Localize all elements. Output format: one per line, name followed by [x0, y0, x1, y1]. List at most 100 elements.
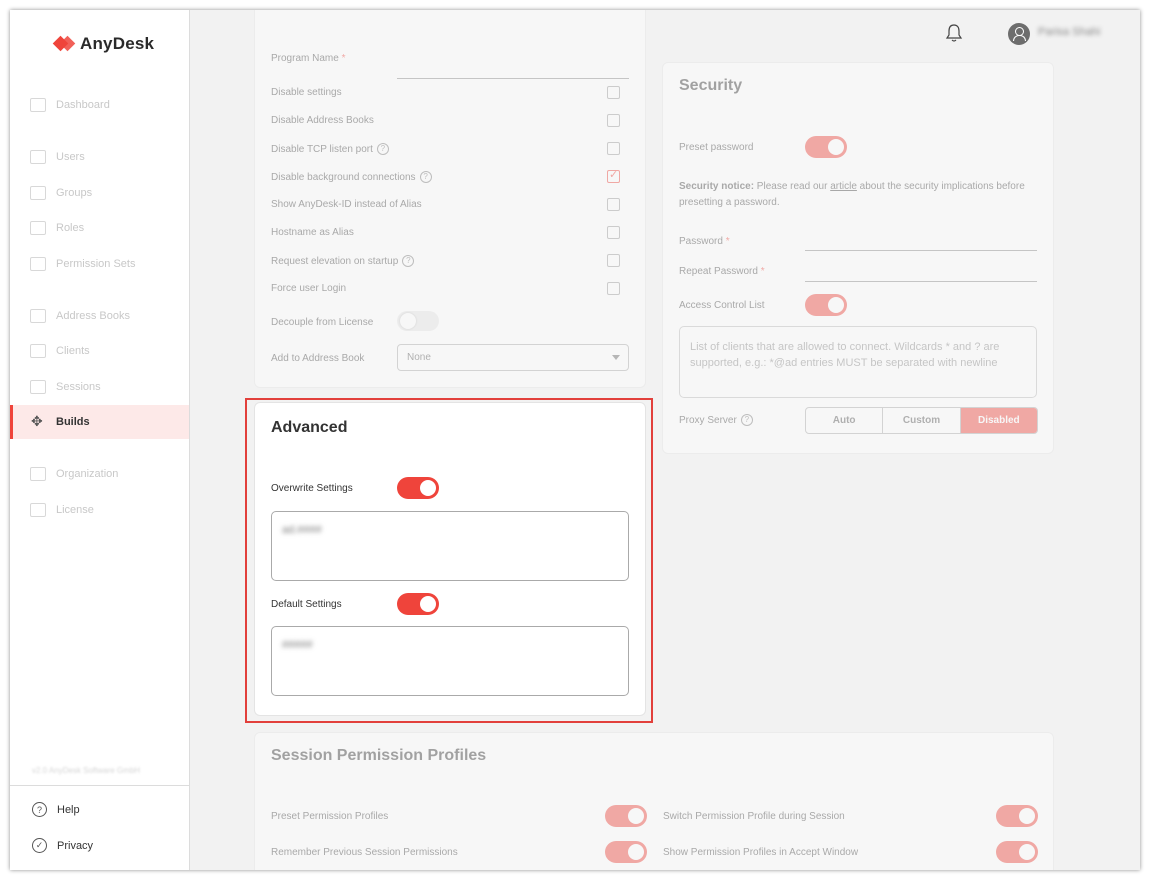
grid-icon: [30, 98, 46, 112]
overwrite-settings-label: Overwrite Settings: [271, 483, 353, 494]
access-control-list-textarea[interactable]: List of clients that are allowed to conn…: [679, 326, 1037, 398]
sidebar-item-label: Users: [56, 151, 85, 163]
privacy-label: Privacy: [57, 839, 94, 852]
security-card: Security Preset password Security notice…: [662, 62, 1054, 454]
help-circle-icon[interactable]: ?: [419, 171, 432, 183]
repeat-password-input[interactable]: [805, 281, 1037, 282]
overwrite-settings-textarea[interactable]: ad.####: [271, 511, 629, 581]
article-link[interactable]: article: [830, 181, 857, 192]
brand-name: AnyDesk: [80, 34, 155, 53]
default-settings-toggle[interactable]: [397, 593, 439, 615]
sidebar-item-users[interactable]: Users: [10, 140, 189, 174]
request-elevation-checkbox[interactable]: [607, 254, 620, 267]
decouple-from-license-label: Decouple from License: [271, 317, 374, 328]
proxy-disabled-button[interactable]: Disabled: [960, 408, 1037, 433]
security-title: Security: [679, 77, 743, 94]
show-anydesk-id-checkbox[interactable]: [607, 198, 620, 211]
proxy-custom-button[interactable]: Custom: [883, 408, 961, 433]
sidebar-item-groups[interactable]: Groups: [10, 176, 189, 210]
advanced-card: Advanced Overwrite Settings ad.#### Defa…: [254, 402, 646, 716]
sidebar-item-label: Builds: [56, 416, 90, 428]
monitor-icon: [30, 344, 46, 358]
book-icon: [30, 309, 46, 323]
default-settings-textarea[interactable]: #####: [271, 626, 629, 696]
overwrite-settings-value: ad.####: [282, 524, 322, 536]
switch-permission-profile-toggle[interactable]: [996, 805, 1038, 827]
general-settings-card: Program Name * Disable settings Disable …: [254, 10, 646, 388]
app-window: AnyDesk Dashboard Users Groups Roles Per…: [10, 10, 1140, 870]
help-link[interactable]: ? Help: [32, 802, 80, 817]
sidebar: AnyDesk Dashboard Users Groups Roles Per…: [10, 10, 190, 870]
program-name-label: Program Name *: [271, 53, 346, 64]
advanced-title: Advanced: [271, 419, 348, 436]
move-icon: [30, 413, 46, 430]
sidebar-item-label: Address Books: [56, 310, 130, 322]
sidebar-divider: [10, 785, 189, 786]
disable-settings-checkbox[interactable]: [607, 86, 620, 99]
disable-address-books-label: Disable Address Books: [271, 115, 374, 126]
remember-session-permissions-label: Remember Previous Session Permissions: [271, 847, 458, 858]
sidebar-item-permission-sets[interactable]: Permission Sets: [10, 247, 189, 281]
sidebar-item-builds[interactable]: Builds: [10, 405, 189, 439]
proxy-auto-button[interactable]: Auto: [806, 408, 884, 433]
sidebar-item-label: Groups: [56, 187, 93, 199]
sidebar-item-label: Permission Sets: [56, 258, 136, 270]
sidebar-item-clients[interactable]: Clients: [10, 334, 189, 368]
default-settings-value: #####: [282, 639, 313, 651]
preset-password-label: Preset password: [679, 142, 754, 153]
question-icon: ?: [32, 802, 47, 817]
notification-bell-icon[interactable]: [945, 23, 963, 43]
help-circle-icon[interactable]: ?: [740, 414, 753, 426]
proxy-server-selector: Auto Custom Disabled: [805, 407, 1038, 434]
address-book-select[interactable]: None: [397, 344, 629, 371]
user-name[interactable]: Parisa Shahi: [1038, 26, 1100, 38]
preset-password-toggle[interactable]: [805, 136, 847, 158]
copyright-text: v2.0 AnyDesk Software GmbH: [32, 766, 141, 775]
privacy-link[interactable]: ✓ Privacy: [32, 838, 93, 853]
disable-tcp-listen-port-checkbox[interactable]: [607, 142, 620, 155]
sidebar-item-license[interactable]: License: [10, 493, 189, 527]
building-icon: [30, 467, 46, 481]
disable-background-connections-label: Disable background connections?: [271, 171, 432, 183]
disable-address-books-checkbox[interactable]: [607, 114, 620, 127]
remember-session-permissions-toggle[interactable]: [605, 841, 647, 863]
help-circle-icon[interactable]: ?: [402, 255, 415, 267]
sidebar-item-sessions[interactable]: Sessions: [10, 370, 189, 404]
add-to-address-book-label: Add to Address Book: [271, 353, 365, 364]
permission-icon: [30, 257, 46, 271]
show-permission-profiles-label: Show Permission Profiles in Accept Windo…: [663, 847, 859, 858]
user-icon: [30, 150, 46, 164]
sidebar-item-address-books[interactable]: Address Books: [10, 299, 189, 333]
anydesk-logo-icon: [54, 34, 74, 54]
address-book-select-value: None: [407, 352, 431, 363]
help-label: Help: [57, 803, 80, 816]
switch-permission-profile-label: Switch Permission Profile during Session: [663, 811, 845, 822]
proxy-server-label: Proxy Server?: [679, 414, 753, 426]
show-anydesk-id-label: Show AnyDesk-ID instead of Alias: [271, 199, 422, 210]
disable-settings-label: Disable settings: [271, 87, 342, 98]
hostname-as-alias-checkbox[interactable]: [607, 226, 620, 239]
preset-permission-profiles-label: Preset Permission Profiles: [271, 811, 389, 822]
role-icon: [30, 221, 46, 235]
help-circle-icon[interactable]: ?: [376, 143, 389, 155]
sidebar-item-label: License: [56, 504, 94, 516]
overwrite-settings-toggle[interactable]: [397, 477, 439, 499]
disable-background-connections-checkbox[interactable]: [607, 168, 620, 183]
repeat-password-label: Repeat Password *: [679, 266, 765, 277]
user-avatar-icon[interactable]: [1008, 23, 1030, 45]
sidebar-item-label: Sessions: [56, 381, 101, 393]
sidebar-item-roles[interactable]: Roles: [10, 211, 189, 245]
password-label: Password *: [679, 236, 730, 247]
decouple-from-license-toggle[interactable]: [397, 311, 439, 331]
sidebar-item-organization[interactable]: Organization: [10, 457, 189, 491]
program-name-input[interactable]: [397, 78, 629, 79]
force-user-login-checkbox[interactable]: [607, 282, 620, 295]
access-control-list-toggle[interactable]: [805, 294, 847, 316]
sidebar-item-dashboard[interactable]: Dashboard: [10, 88, 189, 122]
show-permission-profiles-toggle[interactable]: [996, 841, 1038, 863]
session-permission-profiles-card: Session Permission Profiles Preset Permi…: [254, 732, 1054, 870]
preset-permission-profiles-toggle[interactable]: [605, 805, 647, 827]
password-input[interactable]: [805, 250, 1037, 251]
anydesk-logo[interactable]: AnyDesk: [54, 34, 154, 54]
request-elevation-label: Request elevation on startup?: [271, 255, 415, 267]
